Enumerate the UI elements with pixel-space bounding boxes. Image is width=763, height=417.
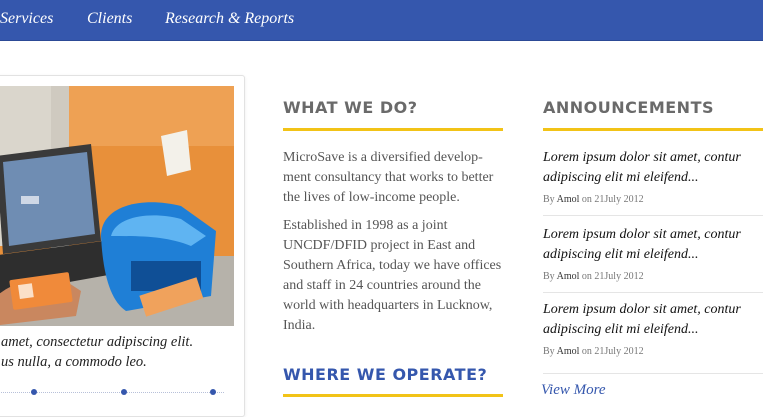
announcement-meta: By Amol on 21July 2012	[543, 346, 644, 357]
top-navigation: Services Clients Research & Reports	[0, 0, 763, 41]
paragraph: Established in 1998 as a joint UNCDF/DFI…	[283, 218, 502, 333]
pager-dot[interactable]	[210, 389, 216, 395]
paragraph: MicroSave is a diversified develop- ment…	[283, 150, 494, 205]
announcement-meta: By Amol on 21July 2012	[543, 271, 644, 282]
pager-dot[interactable]	[31, 389, 37, 395]
slide-caption: amet, consectetur adipiscing elit. us nu…	[1, 332, 241, 372]
slide-photo	[0, 86, 234, 326]
heading-underline	[283, 128, 503, 131]
what-we-do-heading: WHAT WE DO?	[283, 98, 418, 117]
nav-research-reports[interactable]: Research & Reports	[165, 10, 294, 28]
announcement-divider	[543, 292, 763, 293]
what-we-do-body: MicroSave is a diversified develop- ment…	[283, 148, 508, 344]
announcement-title[interactable]: Lorem ipsum dolor sit amet, contur adipi…	[543, 300, 763, 340]
pager-dot[interactable]	[121, 389, 127, 395]
caption-line-1: amet, consectetur adipiscing elit.	[1, 334, 194, 350]
author-name: Amol	[556, 271, 580, 282]
announcements-heading: ANNOUNCEMENTS	[543, 98, 714, 117]
announcement-item: Lorem ipsum dolor sit amet, contur adipi…	[543, 225, 763, 282]
slider-card: amet, consectetur adipiscing elit. us nu…	[0, 75, 245, 417]
announcement-divider	[543, 215, 763, 216]
announcement-item: Lorem ipsum dolor sit amet, contur adipi…	[543, 300, 763, 357]
announcement-meta: By Amol on 21July 2012	[543, 194, 644, 205]
announcement-item: Lorem ipsum dolor sit amet, contur adipi…	[543, 148, 763, 205]
caption-line-2: us nulla, a commodo leo.	[1, 354, 147, 370]
announcement-title[interactable]: Lorem ipsum dolor sit amet, contur adipi…	[543, 225, 763, 265]
author-name: Amol	[556, 346, 580, 357]
nav-services[interactable]: Services	[0, 10, 53, 28]
slider-pager	[0, 386, 244, 398]
nav-clients[interactable]: Clients	[87, 10, 132, 28]
slide-image[interactable]	[0, 86, 234, 326]
announcement-divider	[543, 373, 763, 374]
author-name: Amol	[556, 194, 580, 205]
heading-underline	[543, 128, 763, 131]
heading-underline	[283, 394, 503, 397]
announcement-title[interactable]: Lorem ipsum dolor sit amet, contur adipi…	[543, 148, 763, 188]
where-we-operate-heading[interactable]: WHERE WE OPERATE?	[283, 365, 487, 384]
view-more-link[interactable]: View More	[541, 382, 606, 399]
